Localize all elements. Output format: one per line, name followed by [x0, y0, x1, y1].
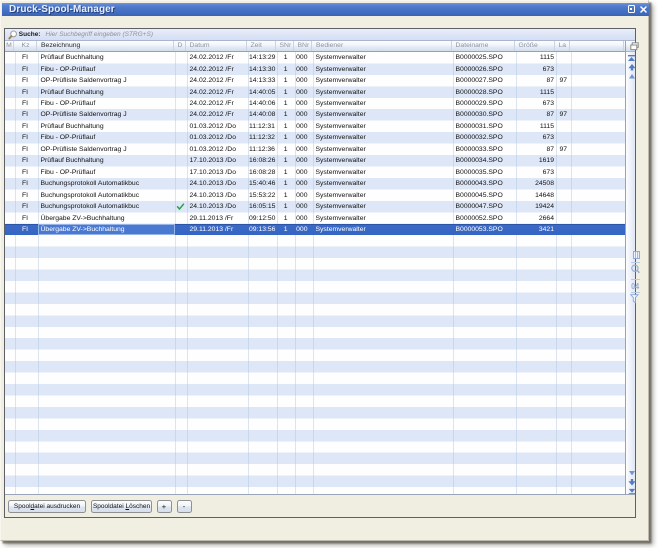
svg-text:04: 04: [631, 282, 640, 291]
